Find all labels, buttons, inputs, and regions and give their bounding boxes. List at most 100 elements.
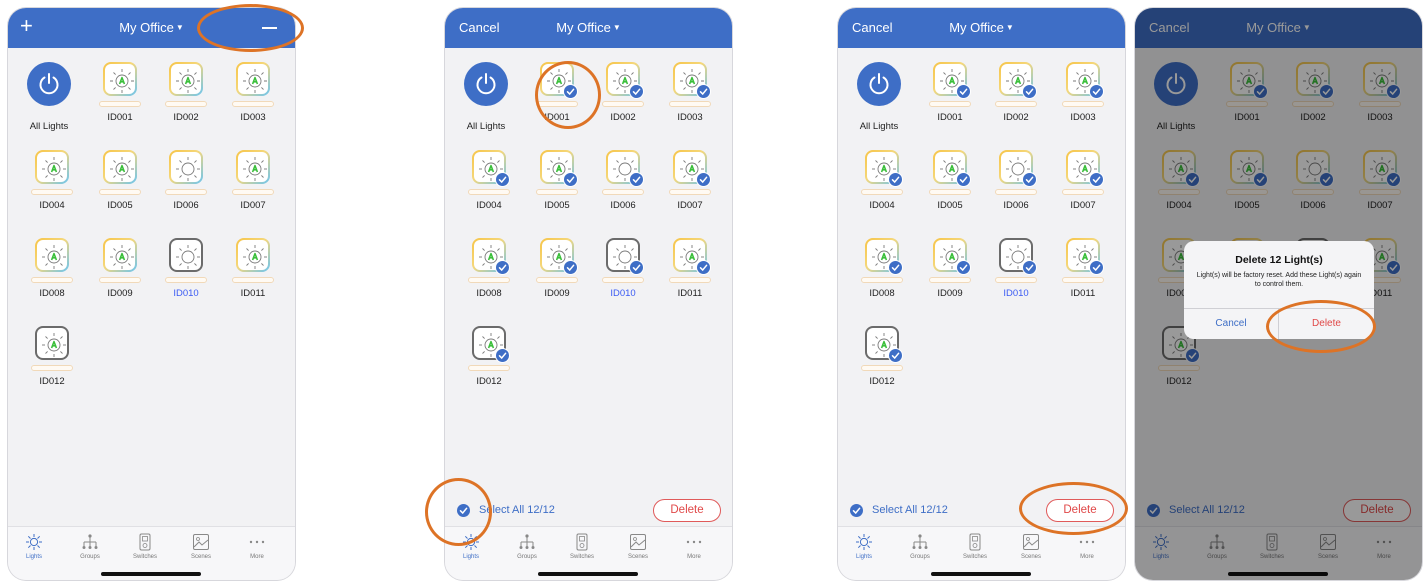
delete-button[interactable]: Delete — [1046, 499, 1114, 522]
light-tile[interactable]: ID007 — [1058, 150, 1108, 211]
light-tile[interactable]: ID002 — [598, 62, 648, 123]
light-tile[interactable]: ID011 — [228, 238, 278, 299]
brightness-bar — [232, 101, 274, 107]
light-bulb-icon — [472, 238, 510, 275]
light-label: ID008 — [39, 288, 65, 299]
light-tile[interactable]: ID010 — [598, 238, 648, 299]
light-tile[interactable]: ID008 — [464, 238, 514, 299]
selected-check-icon — [1022, 84, 1037, 99]
light-label: ID002 — [610, 112, 636, 123]
dialog-delete-button[interactable]: Delete — [1279, 309, 1374, 339]
location-selector[interactable]: My Office ▼ — [445, 20, 732, 35]
all-lights-tile[interactable]: All Lights — [854, 62, 904, 132]
tab-more[interactable]: More — [1067, 533, 1107, 560]
scenes-icon — [181, 533, 221, 551]
light-tile[interactable]: ID006 — [161, 150, 211, 211]
tab-scenes[interactable]: Scenes — [181, 533, 221, 560]
delete-button[interactable]: Delete — [653, 499, 721, 522]
select-all-label[interactable]: Select All 12/12 — [479, 504, 555, 516]
tab-lights[interactable]: Lights — [14, 533, 54, 560]
tab-lights[interactable]: Lights — [844, 533, 884, 560]
light-bulb-icon — [236, 62, 270, 96]
light-tile[interactable]: ID003 — [665, 62, 715, 123]
light-label: ID001 — [107, 112, 133, 123]
light-tile[interactable]: ID009 — [95, 238, 145, 299]
light-label: ID010 — [1003, 288, 1029, 299]
tab-switches[interactable]: Switches — [562, 533, 602, 560]
caret-down-icon: ▼ — [175, 23, 184, 32]
light-tile[interactable]: ID004 — [857, 150, 907, 211]
light-tile[interactable]: ID006 — [991, 150, 1041, 211]
selected-check-icon — [888, 172, 903, 187]
light-tile[interactable]: ID004 — [464, 150, 514, 211]
brightness-bar — [995, 189, 1037, 195]
tab-switches[interactable]: Switches — [125, 533, 165, 560]
light-tile[interactable]: ID009 — [925, 238, 975, 299]
light-tile[interactable]: ID001 — [925, 62, 975, 123]
tab-more[interactable]: More — [237, 533, 277, 560]
light-tile[interactable]: ID001 — [95, 62, 145, 123]
groups-icon — [507, 533, 547, 551]
power-icon[interactable] — [857, 62, 901, 106]
light-bulb-icon — [540, 238, 578, 275]
tab-more[interactable]: More — [674, 533, 714, 560]
light-tile[interactable]: ID008 — [857, 238, 907, 299]
tab-label: More — [250, 554, 264, 560]
light-tile[interactable]: ID002 — [991, 62, 1041, 123]
light-label: ID003 — [677, 112, 703, 123]
tab-switches[interactable]: Switches — [955, 533, 995, 560]
all-lights-tile[interactable]: All Lights — [461, 62, 511, 132]
light-tile[interactable]: ID010 — [161, 238, 211, 299]
tab-groups[interactable]: Groups — [900, 533, 940, 560]
light-tile[interactable]: ID005 — [95, 150, 145, 211]
light-tile[interactable]: ID004 — [27, 150, 77, 211]
location-selector[interactable]: My Office ▼ — [838, 20, 1125, 35]
light-tile[interactable]: ID001 — [532, 62, 582, 123]
power-icon[interactable] — [27, 62, 71, 106]
light-tile[interactable]: ID007 — [665, 150, 715, 211]
light-bulb-icon — [472, 150, 510, 187]
brightness-bar — [99, 101, 141, 107]
tab-scenes[interactable]: Scenes — [618, 533, 658, 560]
light-label: ID010 — [610, 288, 636, 299]
select-all-check-icon[interactable] — [457, 504, 470, 517]
light-label: ID004 — [476, 200, 502, 211]
light-tile[interactable]: ID006 — [598, 150, 648, 211]
light-tile[interactable]: ID008 — [27, 238, 77, 299]
select-all-label[interactable]: Select All 12/12 — [872, 504, 948, 516]
brightness-bar — [602, 101, 644, 107]
power-icon[interactable] — [464, 62, 508, 106]
tab-scenes[interactable]: Scenes — [1011, 533, 1051, 560]
light-tile[interactable]: ID012 — [857, 326, 907, 387]
light-tile[interactable]: ID003 — [228, 62, 278, 123]
light-tile[interactable]: ID012 — [464, 326, 514, 387]
groups-icon — [70, 533, 110, 551]
light-tile[interactable]: ID002 — [161, 62, 211, 123]
tab-groups[interactable]: Groups — [70, 533, 110, 560]
light-tile[interactable]: ID003 — [1058, 62, 1108, 123]
dialog-title: Delete 12 Light(s) — [1235, 254, 1323, 266]
light-label: ID003 — [240, 112, 266, 123]
light-tile[interactable]: ID005 — [532, 150, 582, 211]
tab-label: Lights — [855, 554, 872, 560]
light-bulb-icon — [606, 238, 644, 275]
location-selector[interactable]: My Office ▼ — [8, 20, 295, 35]
select-all-check-icon[interactable] — [850, 504, 863, 517]
tab-lights[interactable]: Lights — [451, 533, 491, 560]
dialog-cancel-button[interactable]: Cancel — [1184, 309, 1279, 339]
light-tile[interactable]: ID009 — [532, 238, 582, 299]
light-tile[interactable]: ID005 — [925, 150, 975, 211]
tab-groups[interactable]: Groups — [507, 533, 547, 560]
light-bulb-icon — [35, 150, 69, 184]
tab-bar: Lights Groups Switches Scenes More — [445, 526, 732, 580]
light-label: ID007 — [1070, 200, 1096, 211]
light-tile[interactable]: ID011 — [1058, 238, 1108, 299]
light-tile[interactable]: ID011 — [665, 238, 715, 299]
light-tile[interactable]: ID010 — [991, 238, 1041, 299]
light-tile[interactable]: ID012 — [27, 326, 77, 387]
all-lights-tile[interactable]: All Lights — [24, 62, 74, 132]
light-tile[interactable]: ID007 — [228, 150, 278, 211]
light-bulb-icon — [236, 238, 270, 272]
light-label: ID001 — [937, 112, 963, 123]
dialog-buttons: Cancel Delete — [1184, 308, 1374, 339]
